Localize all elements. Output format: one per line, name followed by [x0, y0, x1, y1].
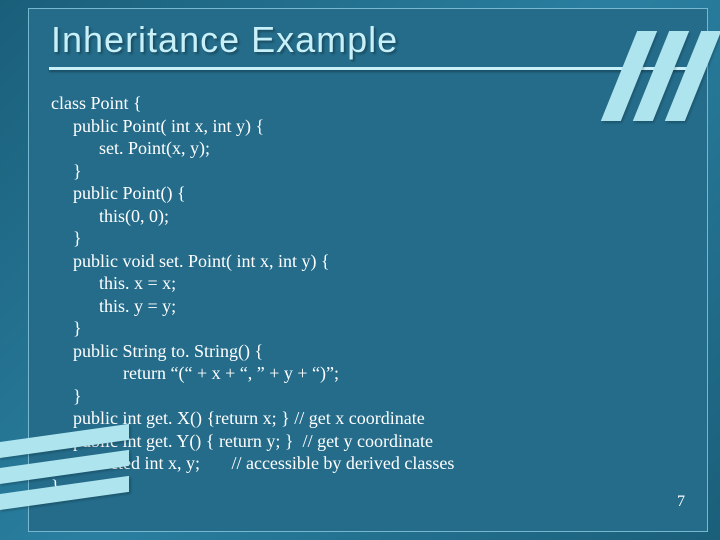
code-line: protected int x, y; // accessible by der…	[51, 452, 707, 475]
code-line: this. y = y;	[51, 295, 707, 318]
code-line: }	[51, 317, 707, 340]
code-block: class Point { public Point( int x, int y…	[29, 70, 707, 497]
code-line: }	[51, 160, 707, 183]
code-line: public Point() {	[51, 182, 707, 205]
code-line: public void set. Point( int x, int y) {	[51, 250, 707, 273]
decoration-stripes-top-right	[583, 31, 703, 121]
code-line: public int get. Y() { return y; } // get…	[51, 430, 707, 453]
code-line: set. Point(x, y);	[51, 137, 707, 160]
code-line: public int get. X() {return x; } // get …	[51, 407, 707, 430]
decoration-stripes-bottom-left	[0, 433, 129, 513]
code-line: public String to. String() {	[51, 340, 707, 363]
code-line: }	[51, 475, 707, 498]
code-line: return “(“ + x + “, ” + y + “)”;	[51, 362, 707, 385]
slide: Inheritance Example class Point { public…	[28, 8, 708, 532]
code-line: }	[51, 227, 707, 250]
code-line: this(0, 0);	[51, 205, 707, 228]
code-line: this. x = x;	[51, 272, 707, 295]
code-line: }	[51, 385, 707, 408]
page-number: 7	[677, 493, 685, 511]
